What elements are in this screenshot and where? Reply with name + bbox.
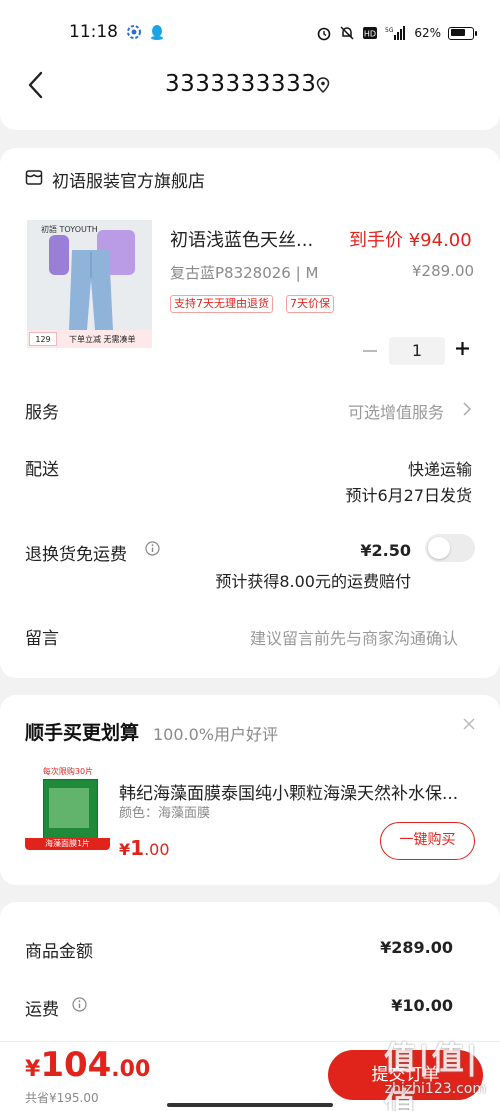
app-notification-icon <box>127 25 141 39</box>
quantity-decrease-button[interactable] <box>363 350 377 352</box>
thumb-foot-label: 海藻面膜1片 <box>25 838 110 850</box>
battery-icon <box>448 26 477 40</box>
store-icon <box>25 170 43 185</box>
toggle-knob <box>428 537 450 559</box>
signal-icon: 5G <box>385 26 406 40</box>
return-shipping-note: 预计获得8.00元的运费赔付 <box>215 572 411 591</box>
recommended-product-color: 颜色：海藻面膜 <box>119 806 211 821</box>
jeans-illustration <box>49 230 135 330</box>
message-label: 留言 <box>25 629 59 649</box>
alarm-icon <box>318 27 331 41</box>
status-icons: HD 5G 62% <box>316 22 477 44</box>
svg-text:5G: 5G <box>385 27 394 34</box>
return-shipping-toggle[interactable] <box>425 534 475 562</box>
shipping-fee-value: ¥10.00 <box>391 996 453 1015</box>
recommendation-rating: 100.0%用户好评 <box>153 725 279 744</box>
mask-package <box>43 779 98 841</box>
quantity-value[interactable]: 1 <box>389 337 445 365</box>
product-title[interactable]: 初语浅蓝色天丝... <box>170 226 313 252</box>
quantity-increase-button[interactable] <box>455 341 470 356</box>
service-label: 服务 <box>25 403 59 423</box>
product-image[interactable]: 初語 TOYOUTH 129 下单立减 无需凑单 <box>27 220 152 348</box>
goods-amount-value: ¥289.00 <box>380 938 453 957</box>
goods-amount-label: 商品金额 <box>25 942 93 962</box>
recommended-product-image[interactable]: 每次限购30片 海藻面膜1片 <box>25 765 110 850</box>
home-indicator[interactable] <box>167 1103 333 1107</box>
watermark-logo: 值|值|值 <box>384 1039 480 1111</box>
deal-price: 到手价 ¥94.00 <box>349 230 472 251</box>
total-savings: 共省¥195.00 <box>25 1091 99 1105</box>
return-shipping-label: 退换货免运费 <box>25 545 127 565</box>
original-price: ¥289.00 <box>412 262 475 280</box>
purchase-limit-badge: 每次限购30片 <box>42 767 94 776</box>
chevron-right-icon[interactable] <box>463 402 471 416</box>
return-policy-tag: 支持7天无理由退货 <box>170 295 273 313</box>
thumb-price-tag: 129 下单立减 无需凑单 <box>27 330 152 348</box>
thumb-promo: 下单立减 无需凑单 <box>69 334 136 344</box>
location-pin-icon <box>316 77 330 93</box>
recommended-product-price: ¥1.00 <box>119 836 170 860</box>
recommended-product-name[interactable]: 韩纪海藻面膜泰国纯小颗粒海澡天然补水保... <box>119 779 458 804</box>
thumb-price: 129 <box>29 332 57 346</box>
mute-bell-icon <box>340 26 354 40</box>
shipping-info-icon[interactable] <box>72 997 87 1012</box>
return-shipping-price: ¥2.50 <box>360 541 411 560</box>
message-input[interactable]: 建议留言前先与商家沟通确认 <box>250 625 458 649</box>
back-arrow-icon[interactable] <box>26 70 46 100</box>
qq-icon <box>151 25 163 40</box>
product-variant[interactable]: 复古蓝P8328026 | M <box>170 262 318 283</box>
delivery-method: 快递运输 <box>407 460 472 479</box>
watermark: 值|值|值 zhizhi123.com <box>384 1033 494 1111</box>
shipping-fee-label: 运费 <box>25 1000 59 1020</box>
delivery-eta: 预计6月27日发货 <box>345 486 472 505</box>
one-click-buy-button[interactable]: 一键购买 <box>380 822 475 860</box>
store-name[interactable]: 初语服装官方旗舰店 <box>52 167 205 192</box>
price-protection-tag: 7天价保 <box>286 295 334 313</box>
recommendation-title: 顺手买更划算 <box>25 722 140 744</box>
status-time: 11:18 <box>69 22 118 42</box>
svg-text:HD: HD <box>364 30 376 39</box>
close-icon[interactable] <box>463 718 475 730</box>
battery-percent: 62% <box>414 26 441 40</box>
address-phone[interactable]: 3333333333 <box>165 71 316 97</box>
service-value[interactable]: 可选增值服务 <box>348 399 444 423</box>
delivery-label: 配送 <box>25 460 59 480</box>
total-price: ¥104.00 <box>25 1045 151 1085</box>
watermark-url: zhizhi123.com <box>384 1081 486 1097</box>
hd-icon: HD <box>363 27 378 39</box>
info-icon[interactable] <box>145 541 160 556</box>
